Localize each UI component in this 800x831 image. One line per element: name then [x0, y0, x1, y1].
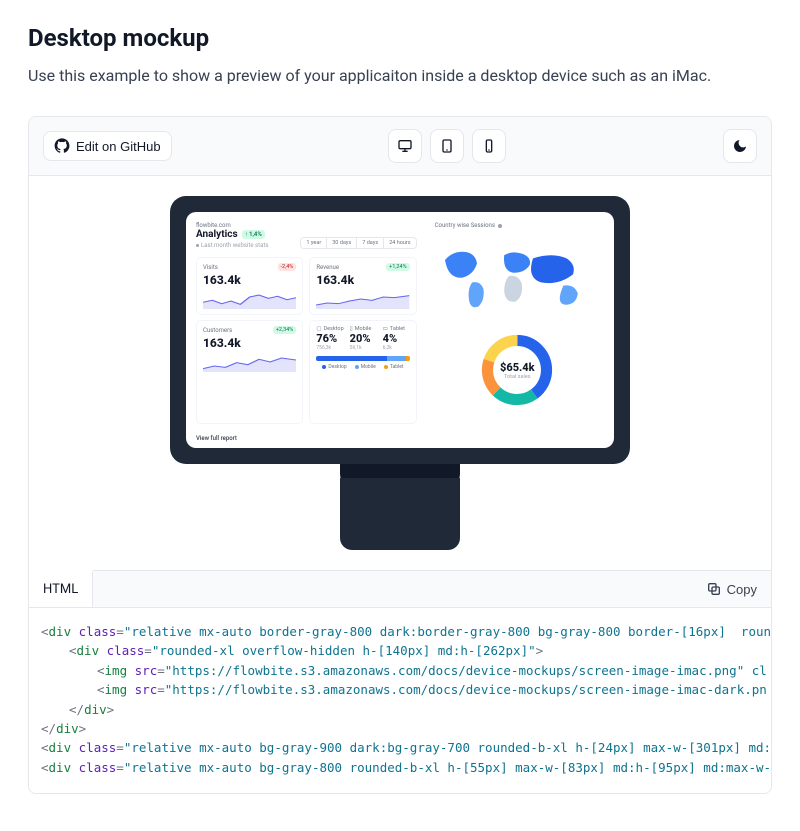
device-tablet-pct: 4% [383, 332, 410, 345]
github-icon [54, 138, 70, 154]
imac-frame: flowbite.com Analytics ↑ 1,4% Last month… [170, 196, 630, 464]
dark-mode-toggle[interactable] [723, 129, 757, 163]
revenue-sparkline [316, 289, 409, 309]
revenue-value: 163.4k [316, 273, 409, 287]
imac-screen-content: flowbite.com Analytics ↑ 1,4% Last month… [186, 212, 614, 448]
stat-card-revenue: Revenue +1,24% 163.4k [309, 257, 416, 315]
dashboard-title: Analytics [196, 229, 238, 240]
dashboard-subtitle: Last month website stats [196, 242, 268, 249]
device-mobile-button[interactable] [472, 129, 506, 163]
preview-area: flowbite.com Analytics ↑ 1,4% Last month… [29, 176, 771, 570]
customers-value: 163.4k [203, 336, 296, 350]
donut-value: $65.4k [500, 361, 535, 374]
tablet-icon [439, 138, 455, 154]
copy-label: Copy [727, 582, 757, 597]
section-title: Desktop mockup [28, 24, 772, 52]
copy-button[interactable]: Copy [692, 573, 771, 605]
example-toolbar: Edit on GitHub [29, 117, 771, 176]
mobile-icon [481, 138, 497, 154]
dashboard-trend-badge: ↑ 1,4% [242, 230, 265, 239]
period-tabs[interactable]: 1 year 30 days 7 days 24 hours [300, 237, 416, 249]
visits-value: 163.4k [203, 273, 296, 287]
visits-sparkline [203, 289, 296, 309]
revenue-delta: +1,24% [386, 263, 410, 271]
total-sales-donut: $65.4k Total sales [478, 331, 556, 409]
code-block[interactable]: <div class="relative mx-auto border-gray… [29, 608, 771, 793]
map-title: Country wise Sessions [435, 222, 502, 229]
edit-on-github-label: Edit on GitHub [76, 139, 161, 154]
imac-base [340, 478, 460, 550]
desktop-icon [397, 138, 413, 154]
example-card: Edit on GitHub [28, 116, 772, 794]
imac-mockup: flowbite.com Analytics ↑ 1,4% Last month… [170, 196, 630, 550]
world-map [437, 243, 597, 317]
code-tabs: HTML Copy [29, 570, 771, 608]
donut-subtitle: Total sales [504, 374, 531, 380]
moon-icon [732, 138, 748, 154]
dashboard-brand: flowbite.com [196, 222, 417, 229]
device-mobile-pct: 20% [350, 332, 377, 345]
period-tab-24hours[interactable]: 24 hours [384, 238, 415, 248]
device-breakdown-card: ▢Desktop 76% 756,3k ▯Mobile 20% 56,1k [309, 320, 416, 424]
edit-on-github-button[interactable]: Edit on GitHub [43, 131, 172, 161]
device-desktop-sub: 756,3k [316, 345, 343, 351]
device-tablet-button[interactable] [430, 129, 464, 163]
visits-label: Visits [203, 264, 218, 271]
section-description: Use this example to show a preview of yo… [28, 64, 772, 88]
visits-delta: -2,4% [278, 263, 297, 271]
customers-sparkline [203, 352, 296, 372]
stat-card-customers: Customers +2,34% 163.4k [196, 320, 303, 424]
code-tab-html[interactable]: HTML [29, 570, 93, 607]
device-legend: Desktop Mobile Tablet [316, 364, 409, 370]
period-tab-7days[interactable]: 7 days [357, 238, 384, 248]
view-full-report-link[interactable]: View full report [196, 435, 417, 442]
device-tablet-sub: 6,2k [383, 345, 410, 351]
customers-label: Customers [203, 327, 232, 334]
revenue-label: Revenue [316, 264, 339, 271]
device-desktop-button[interactable] [388, 129, 422, 163]
stat-card-visits: Visits -2,4% 163.4k [196, 257, 303, 315]
period-tab-30days[interactable]: 30 days [327, 238, 357, 248]
device-desktop-pct: 76% [316, 332, 343, 345]
customers-delta: +2,34% [273, 326, 297, 334]
period-tab-1year[interactable]: 1 year [301, 238, 327, 248]
copy-icon [706, 581, 722, 597]
device-stacked-bar [316, 356, 409, 361]
device-mobile-sub: 56,1k [350, 345, 377, 351]
